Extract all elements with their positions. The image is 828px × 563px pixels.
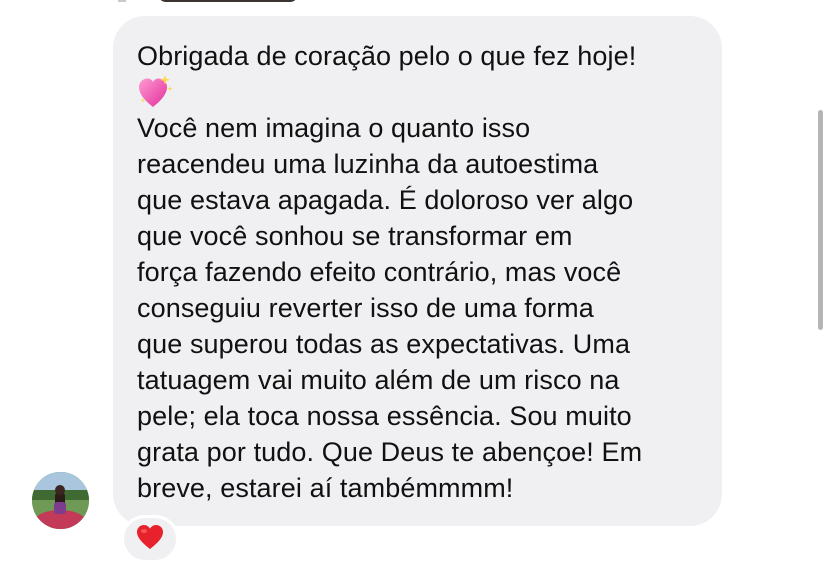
previous-message-image[interactable] — [158, 0, 298, 2]
message-line: tatuagem vai muito além de um risco na — [137, 365, 620, 395]
message-line: grata por tudo. Que Deus te abençoe! Em — [137, 437, 643, 467]
message-bubble[interactable]: Obrigada de coração pelo o que fez hoje!… — [113, 16, 722, 526]
message-text: Obrigada de coração pelo o que fez hoje!… — [137, 38, 698, 506]
message-line: breve, estarei aí tambémmmm! — [137, 473, 514, 503]
scrollbar[interactable] — [818, 110, 823, 330]
message-line: que estava apagada. É doloroso ver algo — [137, 185, 634, 215]
red-heart-icon — [136, 524, 164, 555]
reaction-badge[interactable] — [121, 515, 179, 563]
message-line: Obrigada de coração pelo o que fez hoje! — [137, 41, 637, 71]
message-line: pele; ela toca nossa essência. Sou muito — [137, 401, 632, 431]
sparkling-heart-icon — [137, 74, 698, 110]
message-line: que você sonhou se transformar em — [137, 221, 573, 251]
message-line: reacendeu uma luzinha da autoestima — [137, 149, 599, 179]
message-line: força fazendo efeito contrário, mas você — [137, 257, 622, 287]
previous-message-edge — [118, 0, 126, 2]
message-line: Você nem imagina o quanto isso — [137, 113, 531, 143]
message-line: conseguiu reverter isso de uma forma — [137, 293, 594, 323]
avatar[interactable] — [32, 472, 89, 529]
message-line: que superou todas as expectativas. Uma — [137, 329, 631, 359]
